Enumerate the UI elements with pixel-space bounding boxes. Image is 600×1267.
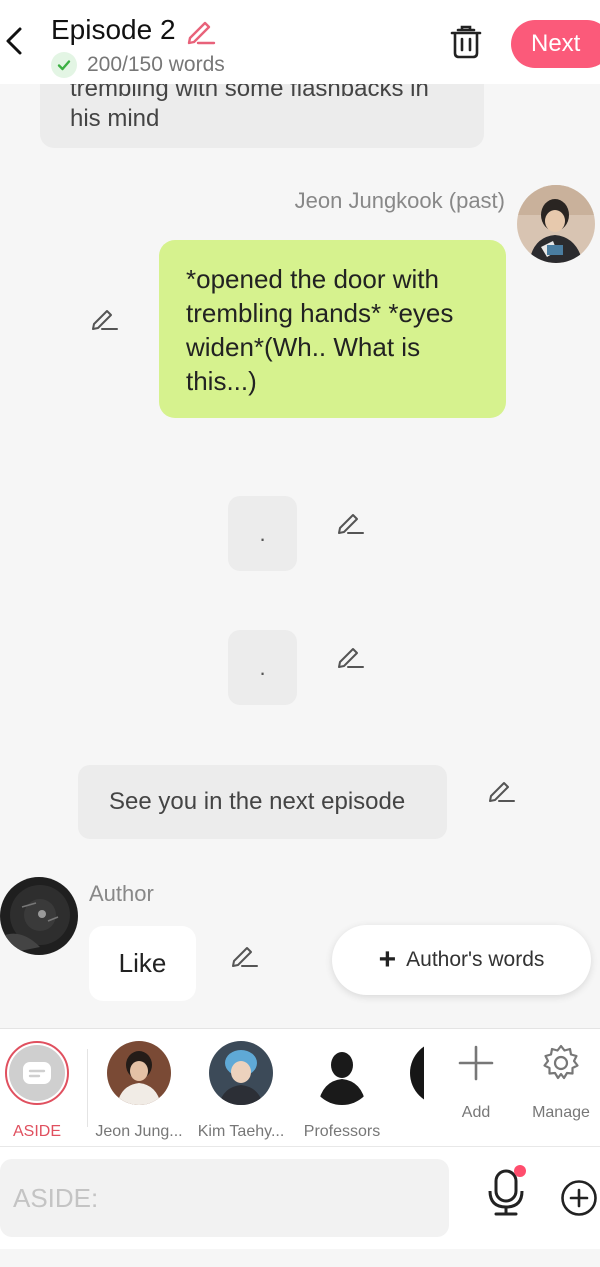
character-avatar (107, 1041, 171, 1105)
speaker-name: Jeon Jungkook (past) (294, 188, 505, 213)
authors-words-button[interactable]: + Author's words (332, 925, 591, 995)
character-label: Professors (303, 1123, 381, 1140)
composer (0, 1146, 600, 1267)
edit-message-icon[interactable] (335, 506, 365, 536)
back-button[interactable] (0, 22, 28, 60)
author-name: Author (89, 881, 154, 906)
character-label: Jeon Jung... (95, 1123, 183, 1140)
notification-dot (514, 1165, 526, 1177)
add-label: Add (461, 1104, 491, 1121)
plus-icon (458, 1045, 494, 1081)
edit-message-icon[interactable] (335, 640, 365, 670)
character-item[interactable] (410, 1041, 424, 1105)
character-label: Kim Taehy... (197, 1123, 285, 1140)
character-item[interactable]: Professors (297, 1041, 387, 1141)
gear-icon (543, 1044, 579, 1080)
narration-bubble[interactable]: trembling with some flashbacks in his mi… (40, 84, 484, 148)
edit-message-icon[interactable] (89, 302, 119, 332)
top-bar: Episode 2 200/150 words Next (0, 0, 600, 84)
character-avatar (209, 1041, 273, 1105)
character-avatar (310, 1041, 374, 1105)
chat-area[interactable]: trembling with some flashbacks in his mi… (0, 84, 600, 1028)
edit-message-icon[interactable] (486, 774, 516, 804)
chat-bubble-icon (23, 1062, 51, 1084)
aside-bubble[interactable]: . (228, 630, 297, 705)
author-avatar[interactable] (0, 877, 78, 955)
aside-bubble[interactable]: . (228, 496, 297, 571)
aside-bubble[interactable]: See you in the next episode (78, 765, 447, 839)
aside-avatar (5, 1041, 69, 1105)
divider (87, 1049, 88, 1127)
author-bubble[interactable]: Like (89, 926, 196, 1001)
episode-title: Episode 2 (51, 14, 176, 45)
dialogue-bubble[interactable]: *opened the door with trembling hands* *… (159, 240, 506, 418)
edit-title-icon[interactable] (184, 14, 216, 46)
character-bar: ASIDE Jeon Jung... Kim Taehy... Professo… (0, 1028, 600, 1146)
manage-button[interactable]: Manage (526, 1043, 596, 1122)
message-input[interactable] (0, 1159, 449, 1237)
manage-label: Manage (532, 1104, 590, 1121)
aside-label: ASIDE (12, 1123, 61, 1140)
aside-character[interactable]: ASIDE (5, 1041, 69, 1141)
next-button[interactable]: Next (511, 20, 600, 68)
character-item[interactable]: Jeon Jung... (92, 1041, 186, 1141)
add-character-button[interactable]: Add (446, 1043, 506, 1122)
plus-icon: + (378, 943, 397, 976)
word-count: 200/150 words (87, 53, 225, 76)
character-item[interactable]: Kim Taehy... (194, 1041, 288, 1141)
speaker-avatar[interactable] (517, 185, 595, 263)
chevron-left-icon (6, 27, 22, 55)
add-circle-icon[interactable] (560, 1179, 598, 1217)
authors-words-label: Author's words (406, 948, 545, 971)
edit-message-icon[interactable] (229, 939, 259, 969)
trash-icon[interactable] (446, 22, 486, 62)
bottom-strip (0, 1249, 600, 1267)
character-avatar (410, 1041, 424, 1105)
check-icon (51, 52, 77, 78)
